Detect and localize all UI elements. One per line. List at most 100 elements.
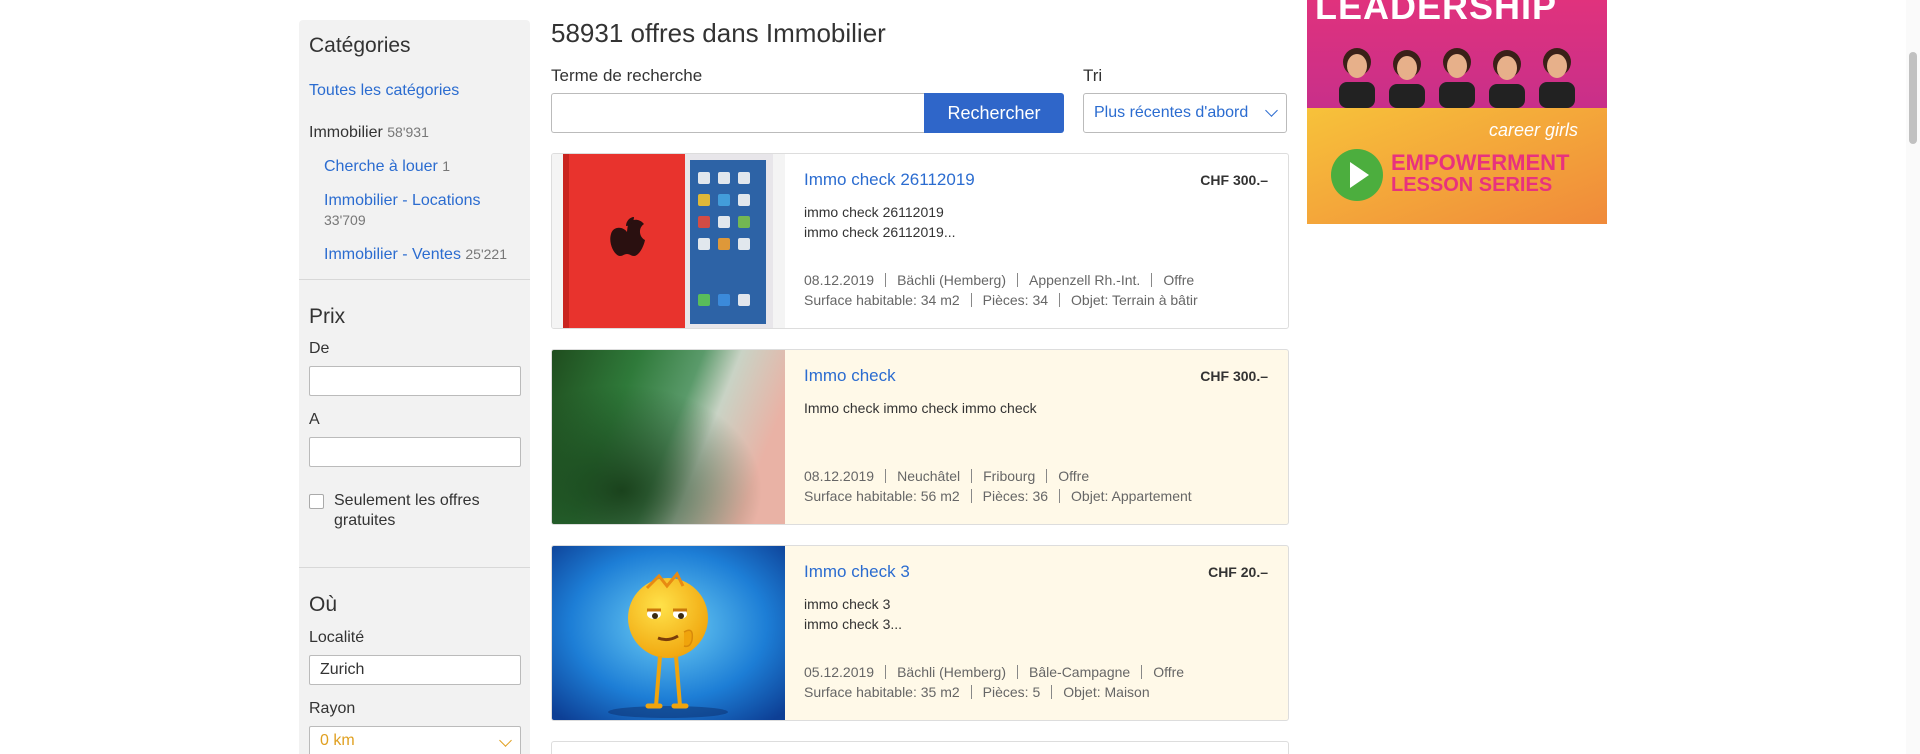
listing-thumbnail[interactable] — [552, 546, 785, 720]
listing-rooms: Pièces: 36 — [982, 488, 1049, 504]
listing-date: 08.12.2019 — [804, 272, 875, 288]
listing-object: Objet: Maison — [1063, 684, 1150, 700]
listing-card[interactable]: Immo check 26112019 CHF 300.– immo check… — [551, 153, 1289, 329]
subcategory-link[interactable]: Immobilier - Ventes — [324, 246, 461, 263]
listing-region: Bâle-Campagne — [1029, 664, 1131, 680]
separator — [1141, 665, 1143, 679]
subcategory-link[interactable]: Cherche à louer — [324, 158, 438, 175]
filter-sidebar: Catégories Toutes les catégories Immobil… — [299, 20, 530, 754]
subcategory-count: 1 — [442, 158, 451, 174]
listing-region: Fribourg — [983, 468, 1036, 484]
listing-meta-row: 05.12.2019 Bächli (Hemberg) Bâle-Campagn… — [804, 664, 1184, 680]
listing-description-line: Immo check immo check immo check — [804, 400, 1037, 416]
separator — [1046, 469, 1048, 483]
listing-description-line: immo check 3 — [804, 596, 891, 612]
listing-rooms: Pièces: 5 — [982, 684, 1041, 700]
separator — [1059, 293, 1061, 307]
categories-heading: Catégories — [309, 34, 411, 57]
sort-value: Plus récentes d'abord — [1094, 104, 1249, 121]
where-heading: Où — [309, 593, 338, 616]
separator — [885, 273, 887, 287]
search-button[interactable]: Rechercher — [924, 93, 1064, 133]
listing-title[interactable]: Immo check — [804, 366, 896, 386]
separator — [1051, 685, 1053, 699]
sort-select[interactable]: Plus récentes d'abord — [1083, 93, 1287, 133]
page: Catégories Toutes les catégories Immobil… — [0, 0, 1920, 754]
listing-type: Offre — [1163, 272, 1195, 288]
subcategory-link[interactable]: Immobilier - Locations — [324, 192, 481, 210]
listing-surface: Surface habitable: 56 m2 — [804, 488, 960, 504]
listing-type: Offre — [1153, 664, 1185, 680]
listing-card[interactable] — [551, 741, 1289, 754]
listing-surface: Surface habitable: 35 m2 — [804, 684, 960, 700]
free-only-label-line1: Seulement les offres — [334, 492, 480, 509]
listing-meta-row: 08.12.2019 Bächli (Hemberg) Appenzell Rh… — [804, 272, 1194, 288]
listing-type: Offre — [1058, 468, 1090, 484]
listing-price: CHF 300.– — [1200, 172, 1268, 188]
page-title: 58931 offres dans Immobilier — [551, 18, 886, 48]
listing-surface: Surface habitable: 34 m2 — [804, 292, 960, 308]
listing-object: Objet: Terrain à bâtir — [1071, 292, 1198, 308]
listing-place: Bächli (Hemberg) — [897, 272, 1007, 288]
listing-title[interactable]: Immo check 26112019 — [804, 170, 975, 190]
listing-card[interactable]: Immo check 3 CHF 20.– immo check 3 immo … — [551, 545, 1289, 721]
advertisement-banner[interactable]: LEADERSHIP career girls EMPOWERMENT LESS… — [1307, 0, 1607, 224]
price-to-label: A — [309, 411, 320, 428]
listing-place: Neuchâtel — [897, 468, 961, 484]
subcategory-item[interactable]: Immobilier - Ventes 25'221 — [324, 246, 507, 264]
price-from-label: De — [309, 340, 330, 357]
current-category: Immobilier 58'931 — [309, 124, 429, 142]
separator — [1059, 489, 1061, 503]
separator — [971, 469, 973, 483]
price-to-input[interactable] — [309, 437, 521, 467]
listing-date: 05.12.2019 — [804, 664, 875, 680]
listing-date: 08.12.2019 — [804, 468, 875, 484]
current-category-count: 58'931 — [387, 124, 429, 140]
subcategory-count: 33'709 — [324, 212, 366, 228]
separator — [885, 665, 887, 679]
listing-price: CHF 20.– — [1208, 564, 1268, 580]
search-label: Terme de recherche — [551, 66, 703, 85]
locality-input[interactable] — [309, 655, 521, 685]
listing-object: Objet: Appartement — [1071, 488, 1192, 504]
sidebar-divider — [299, 567, 530, 568]
listing-card[interactable]: Immo check CHF 300.– Immo check immo che… — [551, 349, 1289, 525]
free-only-label: Seulement les offres gratuites — [334, 491, 480, 531]
listing-thumbnail[interactable] — [552, 154, 785, 328]
listing-meta-row: 08.12.2019 Neuchâtel Fribourg Offre — [804, 468, 1089, 484]
radius-select[interactable]: 0 km — [309, 726, 521, 754]
search-input[interactable] — [551, 93, 925, 133]
listing-description-line: immo check 26112019 — [804, 204, 944, 220]
listing-details-row: Surface habitable: 56 m2 Pièces: 36 Obje… — [804, 488, 1192, 504]
free-only-label-line2: gratuites — [334, 512, 396, 529]
separator — [970, 293, 972, 307]
page-scrollbar[interactable] — [1906, 0, 1920, 754]
listing-description: Immo check immo check immo check — [804, 398, 1244, 418]
listing-region: Appenzell Rh.-Int. — [1029, 272, 1141, 288]
locality-label: Localité — [309, 629, 365, 646]
green-abstract-image — [552, 350, 785, 524]
free-only-checkbox[interactable] — [309, 494, 324, 509]
scrollbar-thumb[interactable] — [1909, 52, 1917, 144]
listing-title[interactable]: Immo check 3 — [804, 562, 910, 582]
red-tablet-image — [552, 154, 785, 328]
price-heading: Prix — [309, 305, 346, 328]
ad-brand: career girls — [1489, 120, 1579, 140]
subcategory-item[interactable]: Immobilier - Locations 33'709 — [324, 192, 481, 228]
listing-rooms: Pièces: 34 — [982, 292, 1049, 308]
emoji-character-image — [552, 546, 785, 720]
listing-thumbnail[interactable] — [552, 350, 785, 524]
ad-line1: EMPOWERMENT — [1391, 150, 1570, 175]
listing-description: immo check 26112019 immo check 26112019.… — [804, 202, 1244, 242]
listing-description: immo check 3 immo check 3... — [804, 594, 1244, 634]
chevron-down-icon — [499, 734, 512, 747]
listing-description-line: immo check 3... — [804, 616, 903, 632]
subcategory-item[interactable]: Cherche à louer 1 — [324, 158, 450, 176]
subcategory-count: 25'221 — [465, 246, 507, 262]
separator — [970, 685, 972, 699]
all-categories-link[interactable]: Toutes les catégories — [309, 82, 459, 100]
radius-value: 0 km — [320, 732, 355, 749]
price-from-input[interactable] — [309, 366, 521, 396]
radius-label: Rayon — [309, 700, 356, 717]
ad-headline: LEADERSHIP — [1315, 0, 1558, 27]
